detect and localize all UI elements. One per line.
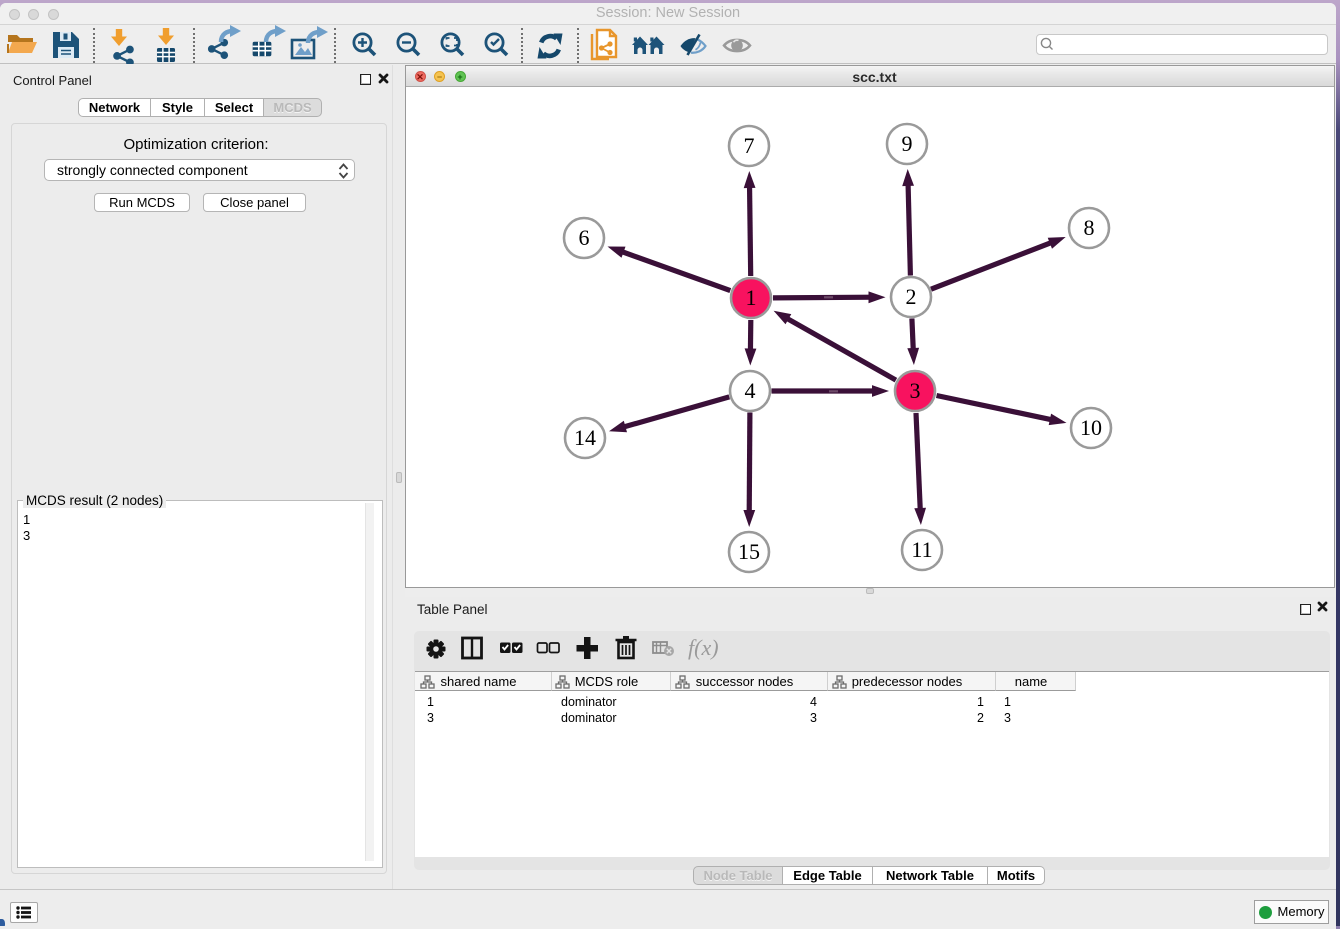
svg-text:4: 4 [745, 378, 756, 403]
svg-text:3: 3 [910, 378, 921, 403]
svg-text:11: 11 [911, 537, 932, 562]
svg-text:f(x): f(x) [688, 635, 719, 660]
svg-text:7: 7 [744, 133, 755, 158]
svg-text:10: 10 [1080, 415, 1102, 440]
svg-text:9: 9 [902, 131, 913, 156]
svg-text:14: 14 [574, 425, 596, 450]
svg-text:1: 1 [746, 285, 757, 310]
svg-text:8: 8 [1084, 215, 1095, 240]
svg-text:15: 15 [738, 539, 760, 564]
svg-text:6: 6 [579, 225, 590, 250]
svg-text:2: 2 [906, 284, 917, 309]
